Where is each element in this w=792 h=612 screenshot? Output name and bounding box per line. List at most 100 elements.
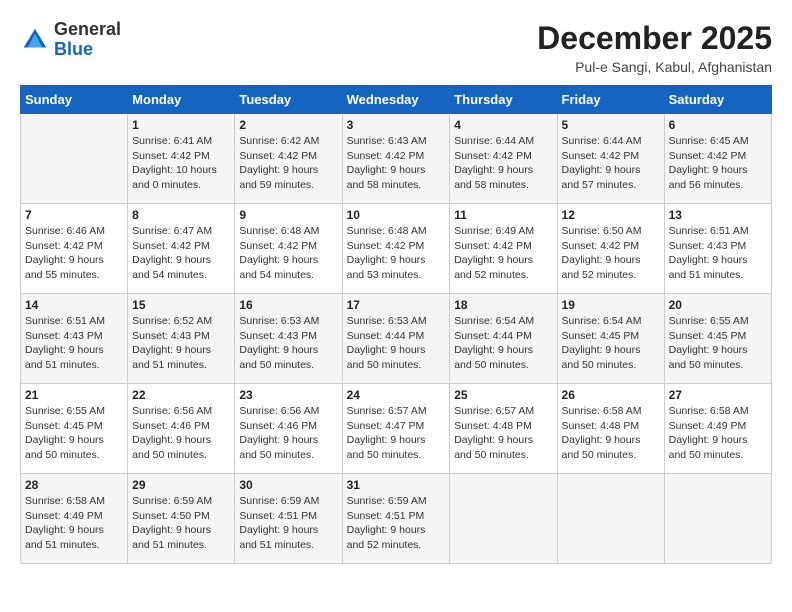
day-number: 16 [239, 298, 337, 312]
day-number: 24 [347, 388, 446, 402]
calendar-cell: 30Sunrise: 6:59 AMSunset: 4:51 PMDayligh… [235, 474, 342, 564]
logo-blue-text: Blue [54, 40, 121, 60]
day-info: Sunrise: 6:58 AMSunset: 4:49 PMDaylight:… [669, 404, 767, 463]
calendar-cell: 6Sunrise: 6:45 AMSunset: 4:42 PMDaylight… [664, 114, 771, 204]
day-number: 15 [132, 298, 230, 312]
day-info: Sunrise: 6:48 AMSunset: 4:42 PMDaylight:… [239, 224, 337, 283]
day-number: 2 [239, 118, 337, 132]
page-header: General Blue December 2025 Pul-e Sangi, … [20, 20, 772, 75]
calendar-cell [664, 474, 771, 564]
day-info: Sunrise: 6:58 AMSunset: 4:48 PMDaylight:… [562, 404, 660, 463]
location-subtitle: Pul-e Sangi, Kabul, Afghanistan [537, 59, 772, 75]
calendar-cell: 20Sunrise: 6:55 AMSunset: 4:45 PMDayligh… [664, 294, 771, 384]
day-info: Sunrise: 6:45 AMSunset: 4:42 PMDaylight:… [669, 134, 767, 193]
day-number: 22 [132, 388, 230, 402]
calendar-header: SundayMondayTuesdayWednesdayThursdayFrid… [21, 86, 772, 114]
day-info: Sunrise: 6:57 AMSunset: 4:47 PMDaylight:… [347, 404, 446, 463]
calendar-cell: 1 Sunrise: 6:41 AMSunset: 4:42 PMDaylight… [128, 114, 235, 204]
calendar-cell: 15 Sunrise: 6:52 AMSunset: 4:43 PMDayligh… [128, 294, 235, 384]
logo: General Blue [20, 20, 121, 60]
calendar-week-2: 7 Sunrise: 6:46 AMSunset: 4:42 PMDaylight… [21, 204, 772, 294]
day-info: Sunrise: 6:46 AMSunset: 4:42 PMDaylight:… [25, 224, 123, 283]
calendar-week-4: 21Sunrise: 6:55 AMSunset: 4:45 PMDayligh… [21, 384, 772, 474]
logo-text: General Blue [54, 20, 121, 60]
day-info: Sunrise: 6:54 AMSunset: 4:44 PMDaylight:… [454, 314, 552, 373]
day-info: Sunrise: 6:59 AMSunset: 4:51 PMDaylight:… [347, 494, 446, 553]
calendar-week-3: 14Sunrise: 6:51 AMSunset: 4:43 PMDayligh… [21, 294, 772, 384]
calendar-cell: 26 Sunrise: 6:58 AMSunset: 4:48 PMDayligh… [557, 384, 664, 474]
calendar-cell: 9Sunrise: 6:48 AMSunset: 4:42 PMDaylight… [235, 204, 342, 294]
day-info: Sunrise: 6:56 AMSunset: 4:46 PMDaylight:… [239, 404, 337, 463]
day-number: 8 [132, 208, 230, 222]
calendar-cell: 2Sunrise: 6:42 AMSunset: 4:42 PMDaylight… [235, 114, 342, 204]
title-block: December 2025 Pul-e Sangi, Kabul, Afghan… [537, 20, 772, 75]
day-number: 3 [347, 118, 446, 132]
day-info: Sunrise: 6:58 AMSunset: 4:49 PMDaylight:… [25, 494, 123, 553]
day-number: 5 [562, 118, 660, 132]
calendar-cell [450, 474, 557, 564]
day-info: Sunrise: 6:54 AMSunset: 4:45 PMDaylight:… [562, 314, 660, 373]
calendar-cell: 28 Sunrise: 6:58 AMSunset: 4:49 PMDayligh… [21, 474, 128, 564]
day-info: Sunrise: 6:49 AMSunset: 4:42 PMDaylight:… [454, 224, 552, 283]
calendar-cell: 12 Sunrise: 6:50 AMSunset: 4:42 PMDayligh… [557, 204, 664, 294]
weekday-header-friday: Friday [557, 86, 664, 114]
day-info: Sunrise: 6:50 AMSunset: 4:42 PMDaylight:… [562, 224, 660, 283]
day-info: Sunrise: 6:59 AMSunset: 4:51 PMDaylight:… [239, 494, 337, 553]
calendar-cell: 13 Sunrise: 6:51 AMSunset: 4:43 PMDayligh… [664, 204, 771, 294]
calendar-cell [21, 114, 128, 204]
day-info: Sunrise: 6:47 AMSunset: 4:42 PMDaylight:… [132, 224, 230, 283]
calendar-cell: 5 Sunrise: 6:44 AMSunset: 4:42 PMDaylight… [557, 114, 664, 204]
calendar-week-1: 1 Sunrise: 6:41 AMSunset: 4:42 PMDaylight… [21, 114, 772, 204]
calendar-cell: 27Sunrise: 6:58 AMSunset: 4:49 PMDayligh… [664, 384, 771, 474]
calendar-cell: 19 Sunrise: 6:54 AMSunset: 4:45 PMDayligh… [557, 294, 664, 384]
calendar-cell: 31 Sunrise: 6:59 AMSunset: 4:51 PMDayligh… [342, 474, 450, 564]
day-number: 23 [239, 388, 337, 402]
calendar-cell: 3Sunrise: 6:43 AMSunset: 4:42 PMDaylight… [342, 114, 450, 204]
day-number: 11 [454, 208, 552, 222]
month-year-title: December 2025 [537, 20, 772, 57]
weekday-header-row: SundayMondayTuesdayWednesdayThursdayFrid… [21, 86, 772, 114]
day-number: 25 [454, 388, 552, 402]
day-number: 17 [347, 298, 446, 312]
day-number: 10 [347, 208, 446, 222]
day-number: 1 [132, 118, 230, 132]
calendar-cell: 25 Sunrise: 6:57 AMSunset: 4:48 PMDayligh… [450, 384, 557, 474]
calendar-cell: 8 Sunrise: 6:47 AMSunset: 4:42 PMDaylight… [128, 204, 235, 294]
day-info: Sunrise: 6:41 AMSunset: 4:42 PMDaylight:… [132, 134, 230, 193]
day-number: 19 [562, 298, 660, 312]
day-number: 7 [25, 208, 123, 222]
day-info: Sunrise: 6:44 AMSunset: 4:42 PMDaylight:… [562, 134, 660, 193]
day-info: Sunrise: 6:51 AMSunset: 4:43 PMDaylight:… [25, 314, 123, 373]
calendar-cell: 11 Sunrise: 6:49 AMSunset: 4:42 PMDayligh… [450, 204, 557, 294]
day-number: 18 [454, 298, 552, 312]
day-info: Sunrise: 6:55 AMSunset: 4:45 PMDaylight:… [25, 404, 123, 463]
calendar-cell: 4Sunrise: 6:44 AMSunset: 4:42 PMDaylight… [450, 114, 557, 204]
day-number: 29 [132, 478, 230, 492]
day-info: Sunrise: 6:57 AMSunset: 4:48 PMDaylight:… [454, 404, 552, 463]
weekday-header-monday: Monday [128, 86, 235, 114]
day-number: 12 [562, 208, 660, 222]
day-info: Sunrise: 6:53 AMSunset: 4:43 PMDaylight:… [239, 314, 337, 373]
weekday-header-tuesday: Tuesday [235, 86, 342, 114]
day-number: 28 [25, 478, 123, 492]
day-number: 26 [562, 388, 660, 402]
day-number: 20 [669, 298, 767, 312]
weekday-header-saturday: Saturday [664, 86, 771, 114]
calendar-cell: 16 Sunrise: 6:53 AMSunset: 4:43 PMDayligh… [235, 294, 342, 384]
day-info: Sunrise: 6:44 AMSunset: 4:42 PMDaylight:… [454, 134, 552, 193]
day-number: 13 [669, 208, 767, 222]
day-info: Sunrise: 6:59 AMSunset: 4:50 PMDaylight:… [132, 494, 230, 553]
logo-icon [20, 25, 50, 55]
calendar-cell: 24 Sunrise: 6:57 AMSunset: 4:47 PMDayligh… [342, 384, 450, 474]
calendar-table: SundayMondayTuesdayWednesdayThursdayFrid… [20, 85, 772, 564]
day-info: Sunrise: 6:56 AMSunset: 4:46 PMDaylight:… [132, 404, 230, 463]
calendar-cell: 23 Sunrise: 6:56 AMSunset: 4:46 PMDayligh… [235, 384, 342, 474]
calendar-cell: 18 Sunrise: 6:54 AMSunset: 4:44 PMDayligh… [450, 294, 557, 384]
weekday-header-wednesday: Wednesday [342, 86, 450, 114]
calendar-cell: 7 Sunrise: 6:46 AMSunset: 4:42 PMDaylight… [21, 204, 128, 294]
calendar-body: 1 Sunrise: 6:41 AMSunset: 4:42 PMDaylight… [21, 114, 772, 564]
day-info: Sunrise: 6:52 AMSunset: 4:43 PMDaylight:… [132, 314, 230, 373]
day-number: 31 [347, 478, 446, 492]
day-info: Sunrise: 6:51 AMSunset: 4:43 PMDaylight:… [669, 224, 767, 283]
weekday-header-sunday: Sunday [21, 86, 128, 114]
